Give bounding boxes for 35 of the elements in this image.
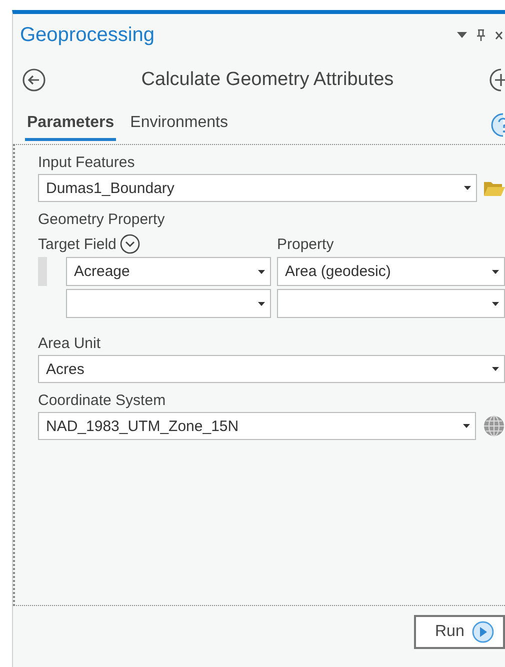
dropdown-field[interactable]: Dumas1_Boundary: [38, 174, 477, 202]
tool-title: Calculate Geometry Attributes: [140, 69, 395, 91]
help-icon[interactable]: [491, 113, 505, 137]
dropdown-field[interactable]: Acres: [38, 355, 505, 383]
chevron-icon[interactable]: [120, 234, 140, 254]
field-label: Input Features: [38, 154, 136, 171]
field-label: Area Unit: [38, 335, 102, 352]
dropdown-field[interactable]: [66, 289, 271, 318]
caret-icon[interactable]: [464, 186, 471, 190]
dropdown-field[interactable]: [277, 289, 505, 318]
dropdown-field[interactable]: Acreage: [66, 257, 271, 286]
field-label: Geometry Property: [38, 211, 166, 228]
caret-icon[interactable]: [463, 424, 470, 428]
globe-icon[interactable]: [483, 415, 505, 437]
caret-icon[interactable]: [492, 302, 499, 306]
column-header: Property: [277, 236, 334, 252]
row-handle[interactable]: [38, 257, 47, 286]
play-icon: [472, 621, 494, 643]
add-icon[interactable]: [489, 68, 505, 92]
caret-icon[interactable]: [258, 270, 265, 274]
caret-icon[interactable]: [457, 32, 467, 38]
panel-title: Geoprocessing: [20, 24, 156, 46]
tab[interactable]: Environments: [128, 110, 230, 140]
column-header: Target Field: [38, 236, 116, 252]
pin-icon[interactable]: [477, 29, 485, 41]
caret-icon[interactable]: [258, 302, 265, 306]
caret-icon[interactable]: [492, 270, 499, 274]
run-button[interactable]: Run: [414, 615, 505, 649]
close-icon[interactable]: [495, 30, 503, 40]
caret-icon[interactable]: [492, 367, 499, 371]
dropdown-field[interactable]: Area (geodesic): [277, 257, 505, 286]
field-label: Coordinate System: [38, 392, 167, 409]
back-icon[interactable]: [22, 68, 46, 92]
dropdown-field[interactable]: NAD_1983_UTM_Zone_15N: [38, 412, 476, 440]
tab[interactable]: Parameters: [25, 110, 116, 140]
